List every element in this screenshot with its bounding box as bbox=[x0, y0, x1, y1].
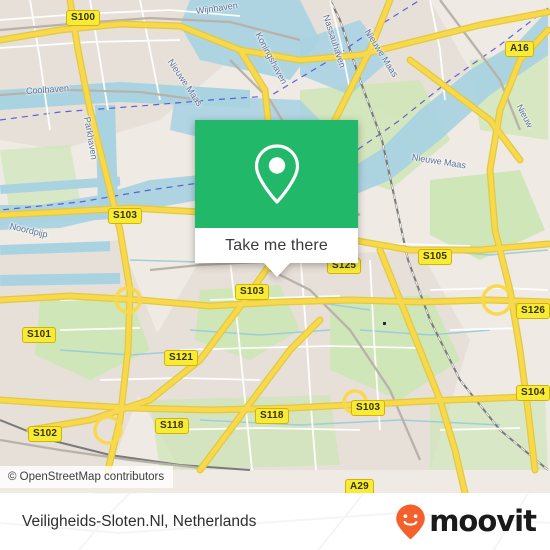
road-shield: S121 bbox=[164, 350, 199, 366]
location-popup-card[interactable]: Take me there bbox=[195, 120, 358, 277]
road-shield: A16 bbox=[505, 41, 534, 57]
osm-attribution[interactable]: © OpenStreetMap contributors bbox=[0, 466, 174, 488]
map-pin-icon bbox=[254, 144, 299, 204]
popup-tail bbox=[263, 263, 290, 277]
popup-icon-area bbox=[195, 120, 358, 228]
popup-action-row[interactable]: Take me there bbox=[195, 228, 358, 277]
road-shield: S103 bbox=[108, 208, 143, 224]
road-shield: S100 bbox=[66, 10, 101, 26]
moovit-wordmark: moovit bbox=[429, 504, 537, 538]
road-shield: S105 bbox=[418, 249, 453, 265]
footer-bar: Veiligheids-Sloten.Nl, Netherlands moovi… bbox=[0, 493, 550, 550]
road-shield: S118 bbox=[155, 418, 189, 434]
page-title: Veiligheids-Sloten.Nl, Netherlands bbox=[22, 512, 257, 530]
take-me-there-label: Take me there bbox=[225, 236, 328, 254]
road-shield: A29 bbox=[345, 479, 374, 493]
road-shield: S126 bbox=[516, 303, 550, 319]
road-shield: S104 bbox=[516, 385, 550, 401]
road-shield: S103 bbox=[235, 284, 270, 300]
map-canvas[interactable]: Wijnhaven Koningshaven Nassauhaven Nieuwe M… bbox=[0, 0, 550, 493]
moovit-smiley-pin-icon bbox=[396, 504, 426, 539]
road-shield: S102 bbox=[28, 426, 63, 442]
road-shield: S118 bbox=[255, 408, 289, 424]
road-shield: S101 bbox=[22, 327, 57, 343]
moovit-logo[interactable]: moovit bbox=[394, 503, 537, 541]
road-shield: S103 bbox=[351, 400, 386, 416]
moovit-map-screen: Wijnhaven Koningshaven Nassauhaven Nieuwe M… bbox=[0, 0, 550, 550]
